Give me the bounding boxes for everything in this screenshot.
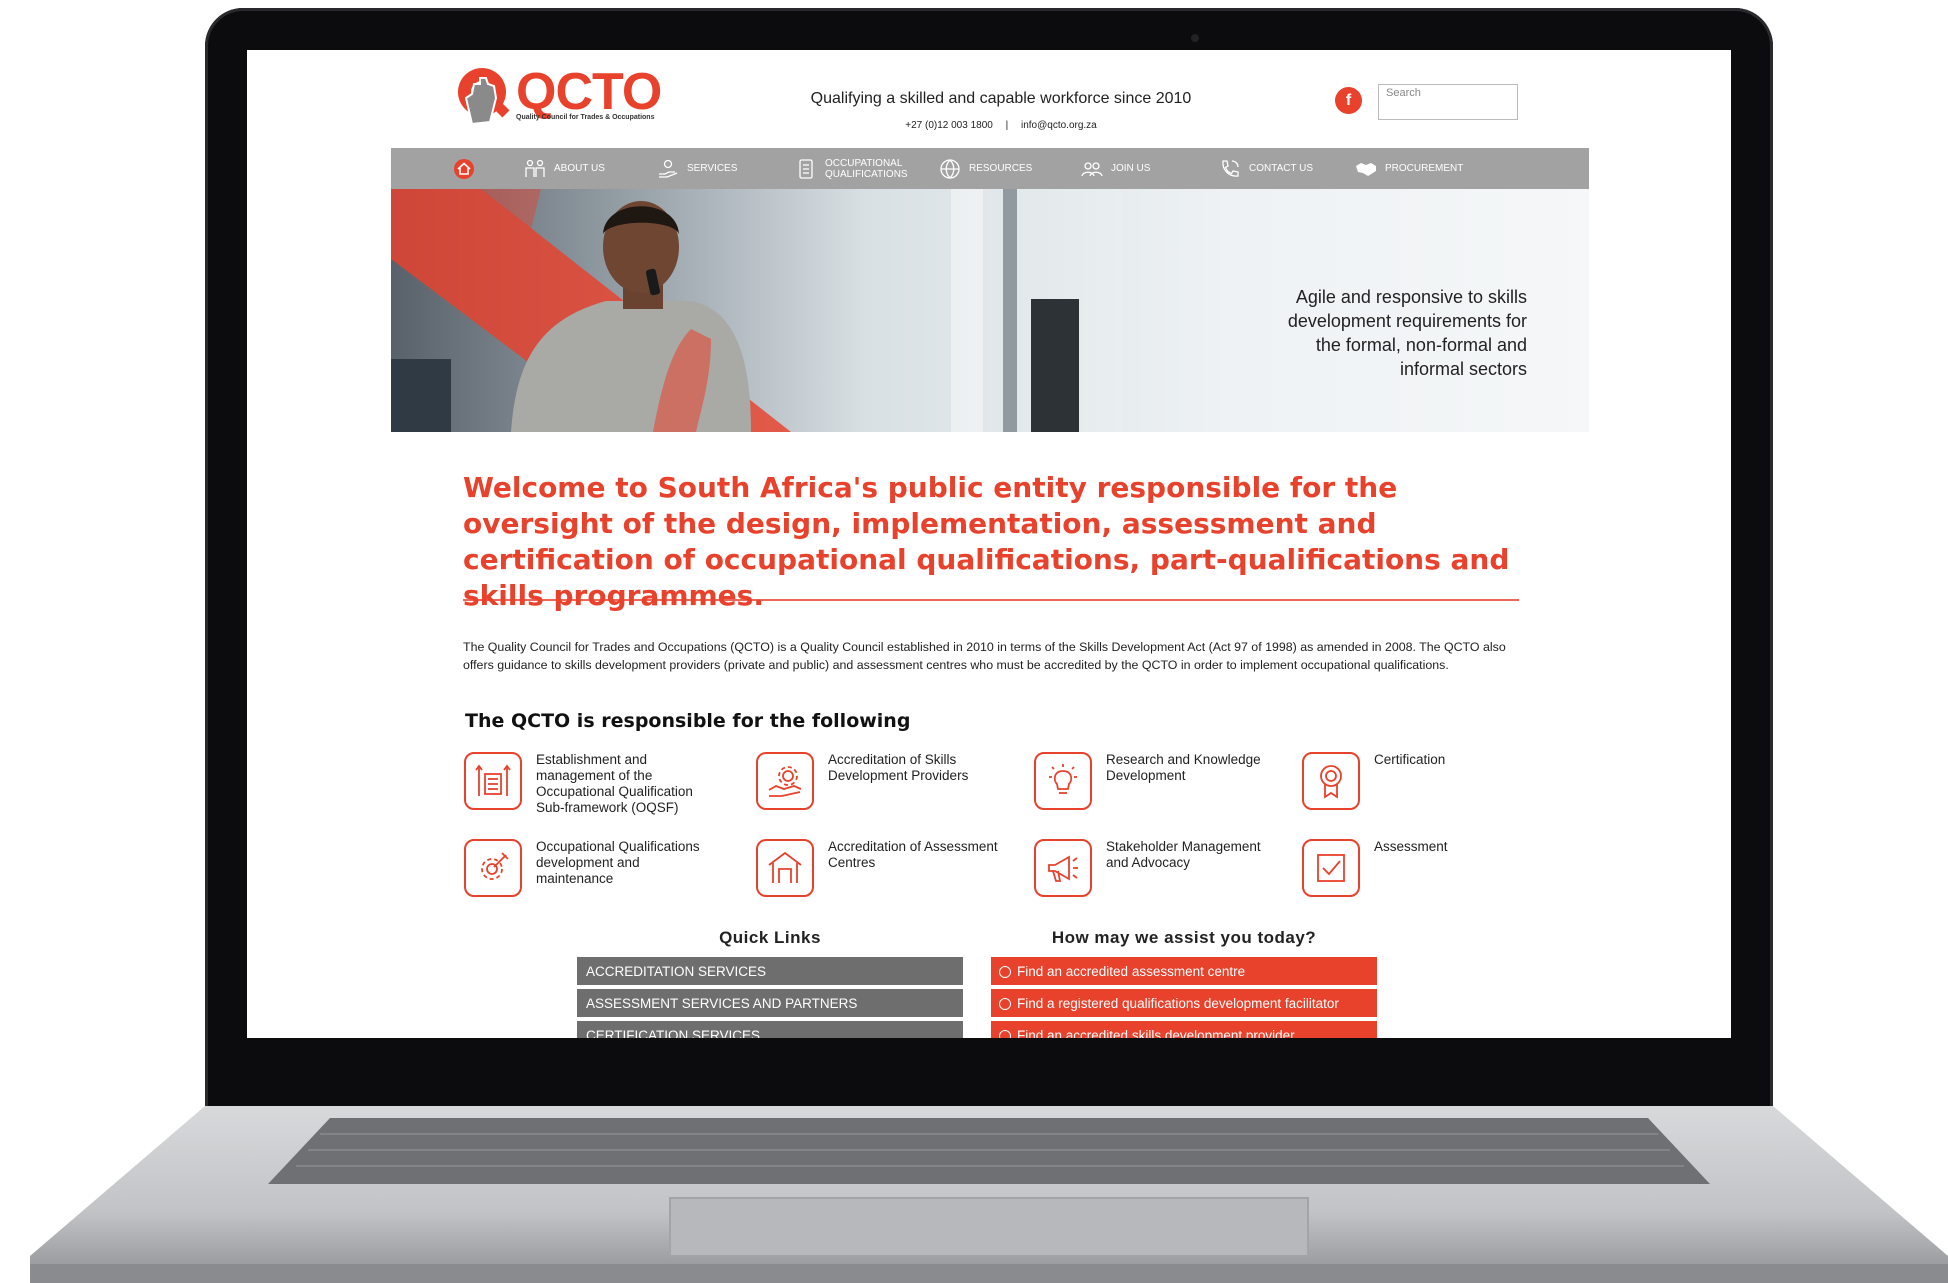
nav-procurement[interactable]: PROCUREMENT (1355, 148, 1463, 189)
feature-label: Establishment and management of the Occu… (536, 752, 693, 815)
nav-services[interactable]: SERVICES (657, 148, 737, 189)
feature-research[interactable]: Research and Knowledge Development (1034, 752, 1271, 810)
nav-resources[interactable]: RESOURCES (939, 148, 1032, 189)
nav-home[interactable] (453, 148, 475, 189)
wrench-gear-icon (464, 839, 522, 897)
hand-service-icon (657, 158, 679, 180)
welcome-heading: Welcome to South Africa's public entity … (463, 471, 1510, 612)
nav-label: SERVICES (687, 163, 738, 174)
people-icon (524, 158, 546, 180)
feature-certification[interactable]: Certification (1302, 752, 1549, 810)
laptop-base (30, 1106, 1948, 1283)
assist-item[interactable]: Find a registered qualifications develop… (991, 989, 1377, 1019)
feature-label: Occupational Qualifications development … (536, 839, 700, 886)
assist-item-label: Find a registered qualifications develop… (1017, 996, 1339, 1011)
screen: QCTO Quality Council for Trades & Occupa… (247, 50, 1731, 1038)
home-icon (453, 158, 475, 180)
feature-label: Assessment (1374, 839, 1448, 854)
megaphone-icon (1034, 839, 1092, 897)
keyboard-deck-graphic (30, 1106, 1948, 1283)
lightbulb-icon (1034, 752, 1092, 810)
feature-stakeholder[interactable]: Stakeholder Management and Advocacy (1034, 839, 1271, 897)
handshake-icon (1355, 158, 1377, 180)
feature-accreditation-providers[interactable]: Accreditation of Skills Development Prov… (756, 752, 1003, 810)
nav-label: JOIN US (1111, 163, 1151, 174)
gear-hand-icon (756, 752, 814, 810)
email-link[interactable]: info@qcto.org.za (1021, 120, 1097, 131)
award-icon (1302, 752, 1360, 810)
nav-label: ABOUT US (554, 163, 605, 174)
hero-banner: Agile and responsive to skills developme… (391, 189, 1589, 432)
quick-link-item[interactable]: ASSESSMENT SERVICES AND PARTNERS (577, 989, 963, 1019)
feature-label: Certification (1374, 752, 1446, 767)
hero-text: Agile and responsive to skills developme… (1287, 287, 1527, 379)
search-input[interactable] (1378, 84, 1518, 120)
feature-label: Stakeholder Management and Advocacy (1106, 839, 1261, 870)
nav-about-us[interactable]: ABOUT US (524, 148, 605, 189)
globe-icon (939, 158, 961, 180)
assist-item-label: Find an accredited skills development pr… (1017, 1028, 1295, 1038)
main-nav: ABOUT US SERVICES OCCUPATIONAL QUALIFICA… (391, 148, 1589, 189)
nav-occupational-qualifications[interactable]: OCCUPATIONAL QUALIFICATIONS (795, 148, 915, 189)
feature-label: Research and Knowledge Development (1106, 752, 1261, 783)
qcto-website: QCTO Quality Council for Trades & Occupa… (391, 50, 1589, 1038)
contact-line: +27 (0)12 003 1800 | info@qcto.org.za (801, 120, 1201, 131)
radio-circle-icon (999, 998, 1011, 1010)
section-divider (463, 599, 1519, 601)
feature-assessment[interactable]: Assessment (1302, 839, 1549, 897)
assist-item-label: Find an accredited assessment centre (1017, 964, 1246, 979)
facebook-icon[interactable]: f (1335, 87, 1362, 114)
phone-icon (1219, 158, 1241, 180)
logo-wordmark: QCTO (516, 63, 662, 121)
feature-accreditation-centres[interactable]: Accreditation of Assessment Centres (756, 839, 1003, 897)
phone-number[interactable]: +27 (0)12 003 1800 (905, 120, 993, 131)
quick-link-item[interactable]: CERTIFICATION SERVICES (577, 1021, 963, 1038)
framework-icon (464, 752, 522, 810)
quick-link-item[interactable]: ACCREDITATION SERVICES (577, 957, 963, 987)
nav-label: RESOURCES (969, 163, 1033, 174)
nav-label: CONTACT US (1249, 163, 1314, 174)
document-icon (795, 158, 817, 180)
qcto-logo[interactable]: QCTO Quality Council for Trades & Occupa… (454, 62, 664, 132)
hero-photo (391, 189, 1121, 432)
building-icon (756, 839, 814, 897)
radio-circle-icon (999, 1030, 1011, 1038)
assist-item[interactable]: Find an accredited skills development pr… (991, 1021, 1377, 1038)
feature-label: Accreditation of Assessment Centres (828, 839, 998, 870)
feature-label: Accreditation of Skills Development Prov… (828, 752, 969, 783)
group-icon (1081, 158, 1103, 180)
nav-join-us[interactable]: JOIN US (1081, 148, 1150, 189)
nav-label: OCCUPATIONAL QUALIFICATIONS (825, 157, 908, 180)
feature-oqsf[interactable]: Establishment and management of the Occu… (464, 752, 711, 816)
radio-circle-icon (999, 966, 1011, 978)
logo-subtitle: Quality Council for Trades & Occupations (516, 114, 655, 121)
assist-item[interactable]: Find an accredited assessment centre (991, 957, 1377, 987)
responsibilities-title: The QCTO is responsible for the followin… (465, 710, 911, 732)
nav-label: PROCUREMENT (1385, 163, 1464, 174)
webcam (1191, 34, 1199, 42)
intro-paragraph: The Quality Council for Trades and Occup… (463, 640, 1506, 672)
site-tagline: Qualifying a skilled and capable workfor… (810, 90, 1192, 107)
assist-title: How may we assist you today? (1051, 928, 1317, 947)
nav-contact-us[interactable]: CONTACT US (1219, 148, 1313, 189)
feature-qualifications-development[interactable]: Occupational Qualifications development … (464, 839, 711, 897)
checkbox-icon (1302, 839, 1360, 897)
logo-hands-icon (458, 68, 510, 126)
quick-links-title: Quick Links (719, 928, 821, 947)
contact-separator: | (1005, 120, 1009, 131)
